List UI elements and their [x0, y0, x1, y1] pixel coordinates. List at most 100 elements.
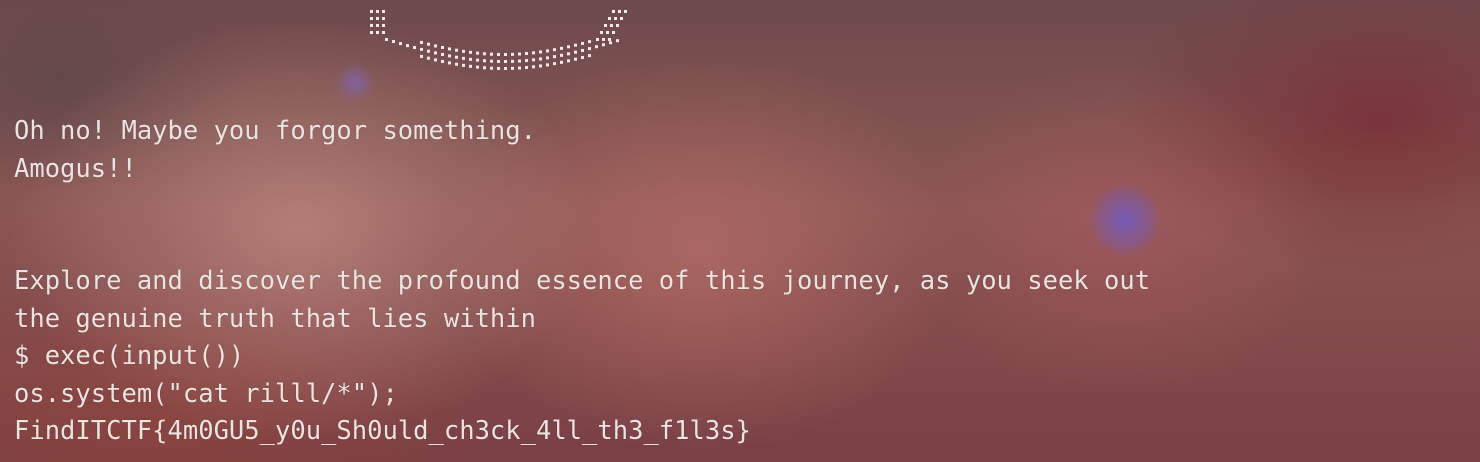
ascii-dot	[385, 38, 388, 41]
ascii-dot	[382, 24, 385, 27]
ascii-dot	[413, 46, 416, 50]
ascii-dot-art	[370, 10, 627, 70]
ascii-dot	[476, 65, 479, 69]
ascii-dot	[511, 66, 514, 70]
output-line-1: Oh no! Maybe you forgor something.	[14, 116, 536, 146]
ascii-dot	[539, 50, 542, 54]
ascii-dot	[455, 62, 458, 66]
ascii-dot	[518, 59, 521, 63]
ascii-dot	[382, 31, 385, 34]
ascii-dot	[604, 24, 607, 27]
ascii-dot	[382, 10, 385, 13]
ascii-dot	[511, 59, 514, 63]
ascii-dot	[448, 47, 451, 51]
ascii-dot	[497, 52, 500, 56]
ascii-dot	[469, 50, 472, 54]
ascii-dot	[612, 10, 615, 13]
ascii-dot	[616, 24, 619, 27]
ascii-dot	[441, 52, 444, 56]
ascii-dot	[574, 57, 577, 61]
ascii-dot	[525, 52, 528, 56]
ascii-dot	[532, 51, 535, 55]
output-line-2: Amogus!!	[14, 153, 137, 184]
ascii-dot	[434, 58, 437, 62]
ascii-dot	[420, 54, 423, 58]
ascii-dot	[518, 52, 521, 56]
ascii-dot	[567, 52, 570, 56]
ascii-dot	[427, 42, 430, 46]
command-input-line: os.system("cat rilll/*");	[14, 378, 398, 409]
ascii-dot	[427, 56, 430, 60]
ascii-dot	[483, 52, 486, 56]
ascii-dot	[462, 56, 465, 60]
ascii-dot	[560, 60, 563, 64]
ascii-dot	[596, 38, 599, 41]
ascii-dot	[546, 63, 549, 67]
ascii-dot	[441, 59, 444, 63]
ascii-dot	[370, 10, 373, 13]
ascii-dot	[420, 40, 423, 44]
ascii-dot	[376, 17, 379, 20]
ascii-dot	[616, 39, 619, 43]
output-line-4	[14, 226, 1150, 264]
ascii-dot	[581, 48, 584, 52]
ascii-dot	[476, 58, 479, 62]
ascii-dot	[560, 46, 563, 50]
ascii-dot	[567, 45, 570, 49]
ascii-dot	[588, 40, 591, 44]
ascii-dot	[376, 31, 379, 34]
ascii-dot	[483, 59, 486, 63]
ascii-dot	[490, 66, 493, 70]
ascii-dot	[525, 66, 528, 70]
ascii-dot	[392, 40, 395, 44]
ascii-dot	[567, 59, 570, 63]
ascii-dot	[614, 17, 617, 20]
ascii-dot	[532, 65, 535, 69]
ascii-dot	[588, 54, 591, 58]
ascii-dot	[518, 66, 521, 70]
ascii-dot	[553, 48, 556, 52]
ascii-dot	[560, 53, 563, 57]
ascii-dot	[376, 10, 379, 13]
ascii-dot	[497, 66, 500, 70]
ascii-dot	[624, 10, 627, 13]
ascii-dot	[532, 58, 535, 62]
terminal-output: Oh no! Maybe you forgor something. Amogus…	[14, 113, 1150, 451]
ascii-dot	[504, 66, 507, 70]
ascii-dot	[539, 57, 542, 61]
ascii-dot	[606, 31, 609, 34]
ascii-dot	[448, 54, 451, 58]
ascii-dot	[511, 52, 514, 56]
output-line-6: the genuine truth that lies within	[14, 303, 536, 334]
terminal-window[interactable]: Oh no! Maybe you forgor something. Amogus…	[0, 0, 1480, 462]
ascii-dot	[434, 44, 437, 48]
ascii-dot	[609, 41, 612, 45]
ascii-dot	[455, 48, 458, 52]
ascii-dot	[469, 64, 472, 68]
ascii-dot	[546, 49, 549, 53]
ascii-dot	[602, 38, 605, 41]
ascii-dot	[539, 64, 542, 68]
ascii-dot	[588, 47, 591, 51]
ascii-dot	[546, 56, 549, 60]
ascii-dot	[399, 42, 402, 46]
ascii-dot	[382, 17, 385, 20]
output-line-3	[14, 188, 1150, 226]
ascii-dot	[427, 49, 430, 53]
ascii-dot	[490, 52, 493, 56]
ascii-dot	[608, 17, 611, 20]
ascii-dot	[600, 31, 603, 34]
output-line-5: Explore and discover the profound essenc…	[14, 266, 1151, 296]
ascii-dot	[476, 51, 479, 55]
ascii-dot	[370, 24, 373, 27]
ascii-dot	[376, 24, 379, 27]
ascii-dot	[420, 47, 423, 51]
ascii-dot	[469, 57, 472, 61]
ascii-dot	[483, 66, 486, 70]
ascii-dot	[553, 55, 556, 59]
ascii-dot	[574, 43, 577, 47]
ascii-dot	[455, 55, 458, 59]
ascii-dot	[553, 62, 556, 66]
ascii-dot	[610, 24, 613, 27]
ascii-dot	[620, 17, 623, 20]
